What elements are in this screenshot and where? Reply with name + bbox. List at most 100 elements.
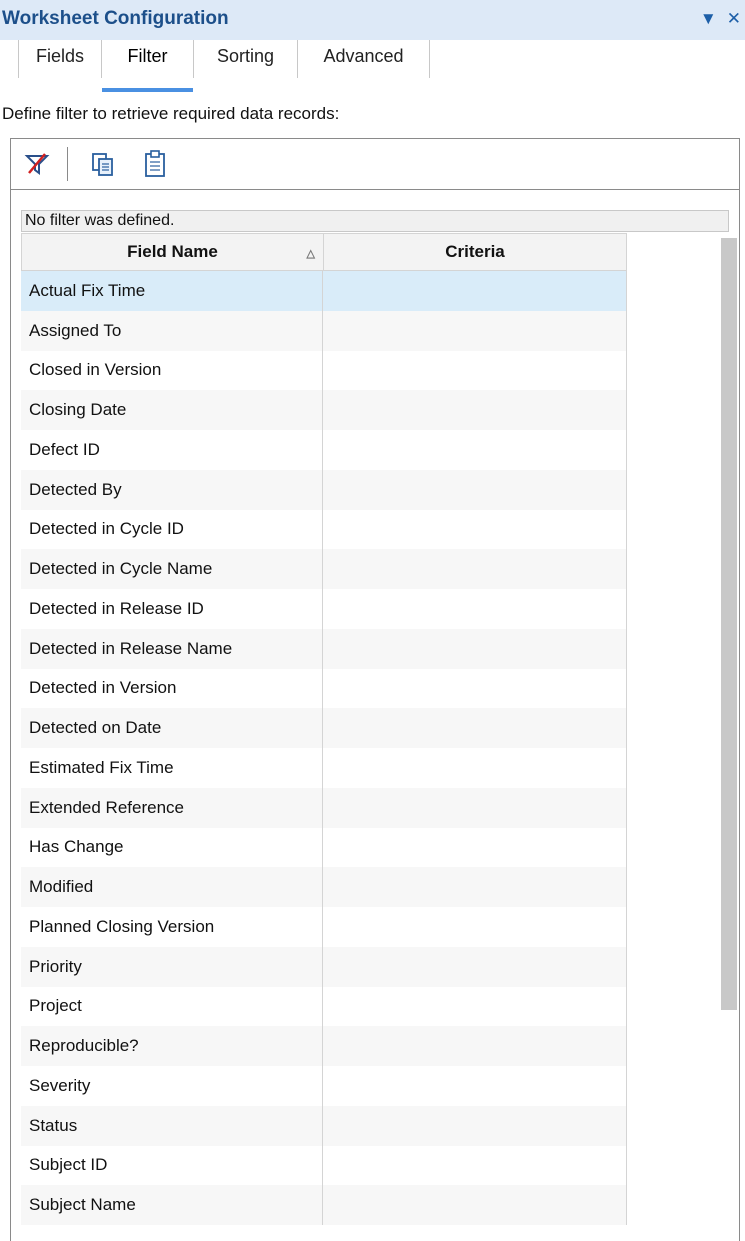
field-name-cell: Subject Name (21, 1185, 323, 1225)
table-row[interactable]: Extended Reference (21, 787, 627, 828)
criteria-cell[interactable] (323, 628, 627, 669)
field-name-cell: Actual Fix Time (21, 271, 323, 311)
filter-description: Define filter to retrieve required data … (2, 104, 340, 123)
criteria-cell[interactable] (323, 469, 627, 510)
clear-filter-icon[interactable] (23, 149, 51, 179)
paste-icon[interactable] (141, 149, 169, 179)
table-row[interactable]: Project (21, 986, 627, 1027)
tab-label: Fields (35, 46, 84, 66)
panel-title: Worksheet Configuration (2, 8, 229, 29)
tab-sorting[interactable]: Sorting (194, 40, 298, 78)
tab-label: Advanced (323, 46, 404, 66)
copy-icon[interactable] (89, 149, 117, 179)
criteria-cell[interactable] (323, 946, 627, 987)
title-bar-controls: ▼ ✕ (700, 9, 741, 29)
criteria-cell[interactable] (323, 1026, 627, 1066)
column-header-field-name[interactable]: Field Name △ (22, 234, 324, 270)
column-header-label: Field Name (127, 242, 218, 261)
criteria-cell[interactable] (323, 748, 627, 788)
criteria-cell[interactable] (323, 1066, 627, 1106)
table-row[interactable]: Actual Fix Time (21, 271, 627, 311)
tab-label: Filter (127, 46, 168, 66)
table-row[interactable]: Detected in Version (21, 668, 627, 709)
criteria-cell[interactable] (323, 867, 627, 907)
table-row[interactable]: Subject ID (21, 1145, 627, 1186)
field-name-cell: Detected on Date (21, 708, 323, 748)
field-name-cell: Defect ID (21, 430, 323, 470)
criteria-cell[interactable] (323, 549, 627, 589)
tab-fields[interactable]: Fields (18, 40, 102, 78)
close-icon[interactable]: ✕ (727, 9, 741, 29)
criteria-cell[interactable] (323, 509, 627, 550)
table-header: Field Name △ Criteria (21, 233, 627, 271)
criteria-cell[interactable] (323, 350, 627, 391)
table-row[interactable]: Has Change (21, 827, 627, 868)
field-name-cell: Extended Reference (21, 787, 323, 828)
table-row[interactable]: Detected in Cycle Name (21, 549, 627, 589)
table-row[interactable]: Planned Closing Version (21, 907, 627, 947)
column-header-criteria[interactable]: Criteria (324, 234, 626, 270)
tab-label: Sorting (216, 46, 275, 66)
criteria-cell[interactable] (323, 1145, 627, 1186)
field-name-cell: Closing Date (21, 390, 323, 430)
criteria-cell[interactable] (323, 827, 627, 868)
vertical-scrollbar[interactable] (721, 238, 737, 1010)
field-name-cell: Project (21, 986, 323, 1027)
table-row[interactable]: Closed in Version (21, 350, 627, 391)
field-name-cell: Detected in Cycle Name (21, 549, 323, 589)
field-name-cell: Reproducible? (21, 1026, 323, 1066)
criteria-cell[interactable] (323, 430, 627, 470)
criteria-cell[interactable] (323, 310, 627, 351)
toolbar-separator (67, 147, 68, 181)
criteria-cell[interactable] (323, 271, 627, 311)
field-name-cell: Detected By (21, 469, 323, 510)
table-row[interactable]: Status (21, 1105, 627, 1146)
table-row[interactable]: Detected in Cycle ID (21, 509, 627, 550)
tab-strip: Fields Filter Sorting Advanced (0, 40, 745, 92)
field-name-cell: Modified (21, 867, 323, 907)
field-name-cell: Detected in Release Name (21, 628, 323, 669)
sort-ascending-icon: △ (306, 248, 315, 260)
filter-toolbar (10, 138, 740, 190)
criteria-cell[interactable] (323, 1185, 627, 1225)
tab-advanced[interactable]: Advanced (298, 40, 430, 78)
criteria-cell[interactable] (323, 787, 627, 828)
table-row[interactable]: Subject Name (21, 1185, 627, 1225)
tab-filter[interactable]: Filter (102, 40, 194, 92)
criteria-cell[interactable] (323, 589, 627, 629)
column-header-label: Criteria (445, 242, 505, 261)
filter-table: Field Name △ Criteria Actual Fix Time Ass… (21, 233, 627, 1225)
active-tab-indicator (102, 88, 193, 92)
criteria-cell[interactable] (323, 1105, 627, 1146)
table-row[interactable]: Detected on Date (21, 708, 627, 748)
field-name-cell: Assigned To (21, 310, 323, 351)
table-row[interactable]: Closing Date (21, 390, 627, 430)
criteria-cell[interactable] (323, 907, 627, 947)
field-name-cell: Priority (21, 946, 323, 987)
table-body: Actual Fix Time Assigned To Closed in Vers… (21, 271, 627, 1225)
criteria-cell[interactable] (323, 986, 627, 1027)
filter-status-bar: No filter was defined. (21, 210, 729, 232)
table-row[interactable]: Reproducible? (21, 1026, 627, 1066)
criteria-cell[interactable] (323, 668, 627, 709)
table-row[interactable]: Severity (21, 1066, 627, 1106)
field-name-cell: Detected in Version (21, 668, 323, 709)
field-name-cell: Status (21, 1105, 323, 1146)
field-name-cell: Severity (21, 1066, 323, 1106)
field-name-cell: Estimated Fix Time (21, 748, 323, 788)
table-row[interactable]: Detected By (21, 469, 627, 510)
table-row[interactable]: Estimated Fix Time (21, 748, 627, 788)
table-row[interactable]: Assigned To (21, 310, 627, 351)
table-row[interactable]: Detected in Release Name (21, 628, 627, 669)
criteria-cell[interactable] (323, 708, 627, 748)
criteria-cell[interactable] (323, 390, 627, 430)
table-row[interactable]: Defect ID (21, 430, 627, 470)
table-row[interactable]: Priority (21, 946, 627, 987)
table-row[interactable]: Detected in Release ID (21, 589, 627, 629)
dropdown-arrow-icon[interactable]: ▼ (700, 9, 717, 29)
filter-grid-area: No filter was defined. Field Name △ Crit… (10, 190, 740, 1241)
field-name-cell: Has Change (21, 827, 323, 868)
panel-title-bar: Worksheet Configuration ▼ ✕ (0, 0, 745, 40)
field-name-cell: Closed in Version (21, 350, 323, 391)
table-row[interactable]: Modified (21, 867, 627, 907)
